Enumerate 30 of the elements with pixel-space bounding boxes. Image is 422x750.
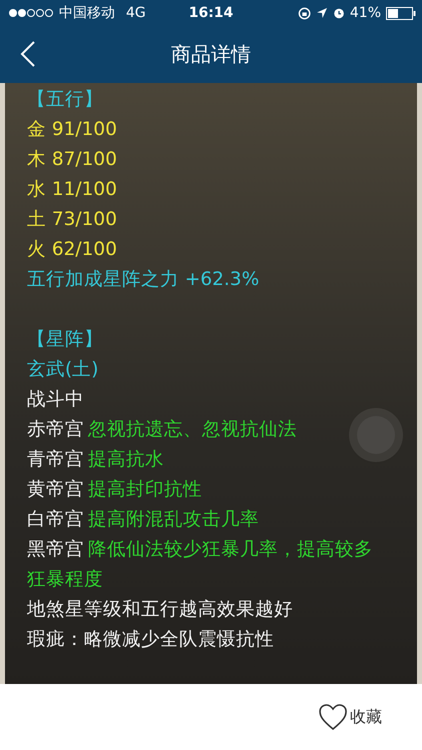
battery-percent: 41% bbox=[350, 5, 381, 21]
detail-line: 金 91/100 bbox=[27, 118, 118, 142]
battery-icon bbox=[386, 6, 416, 20]
back-icon[interactable] bbox=[20, 40, 36, 68]
location-icon bbox=[316, 7, 328, 19]
effect-line: 青帝宫 提高抗水 bbox=[27, 448, 164, 472]
alarm-icon bbox=[332, 7, 345, 19]
effect-line: 白帝宫 提高附混乱攻击几率 bbox=[27, 508, 259, 532]
signal-icon bbox=[8, 8, 54, 18]
clock-time: 16:14 bbox=[188, 5, 234, 21]
heart-icon bbox=[318, 703, 348, 731]
section-heading: 【星阵】 bbox=[27, 328, 104, 352]
carrier-name: 中国移动 bbox=[59, 4, 115, 22]
detail-line: 木 87/100 bbox=[27, 148, 118, 172]
detail-line: 水 11/100 bbox=[27, 178, 118, 202]
section-heading: 【五行】 bbox=[27, 88, 104, 112]
detail-line: 五行加成星阵之力 +62.3% bbox=[27, 268, 260, 292]
detail-line: 玄武(土) bbox=[27, 358, 100, 382]
rotation-lock-icon bbox=[298, 6, 311, 20]
page-title: 商品详情 bbox=[171, 41, 251, 68]
detail-line: 土 73/100 bbox=[27, 208, 118, 232]
effect-line: 赤帝宫 忽视抗遗忘、忽视抗仙法 bbox=[27, 418, 297, 442]
detail-line: 地煞星等级和五行越高效果越好 bbox=[27, 598, 294, 622]
effect-line: 黑帝宫 降低仙法较少狂暴几率，提高较多狂暴程度 bbox=[27, 538, 374, 592]
detail-line: 瑕疵：略微减少全队震慑抗性 bbox=[27, 628, 275, 652]
detail-line: 战斗中 bbox=[27, 388, 85, 412]
network-type: 4G bbox=[126, 5, 146, 21]
effect-line: 黄帝宫 提高封印抗性 bbox=[27, 478, 202, 502]
detail-line: 火 62/100 bbox=[27, 238, 118, 262]
favorite-button[interactable]: 收藏 bbox=[318, 703, 382, 731]
